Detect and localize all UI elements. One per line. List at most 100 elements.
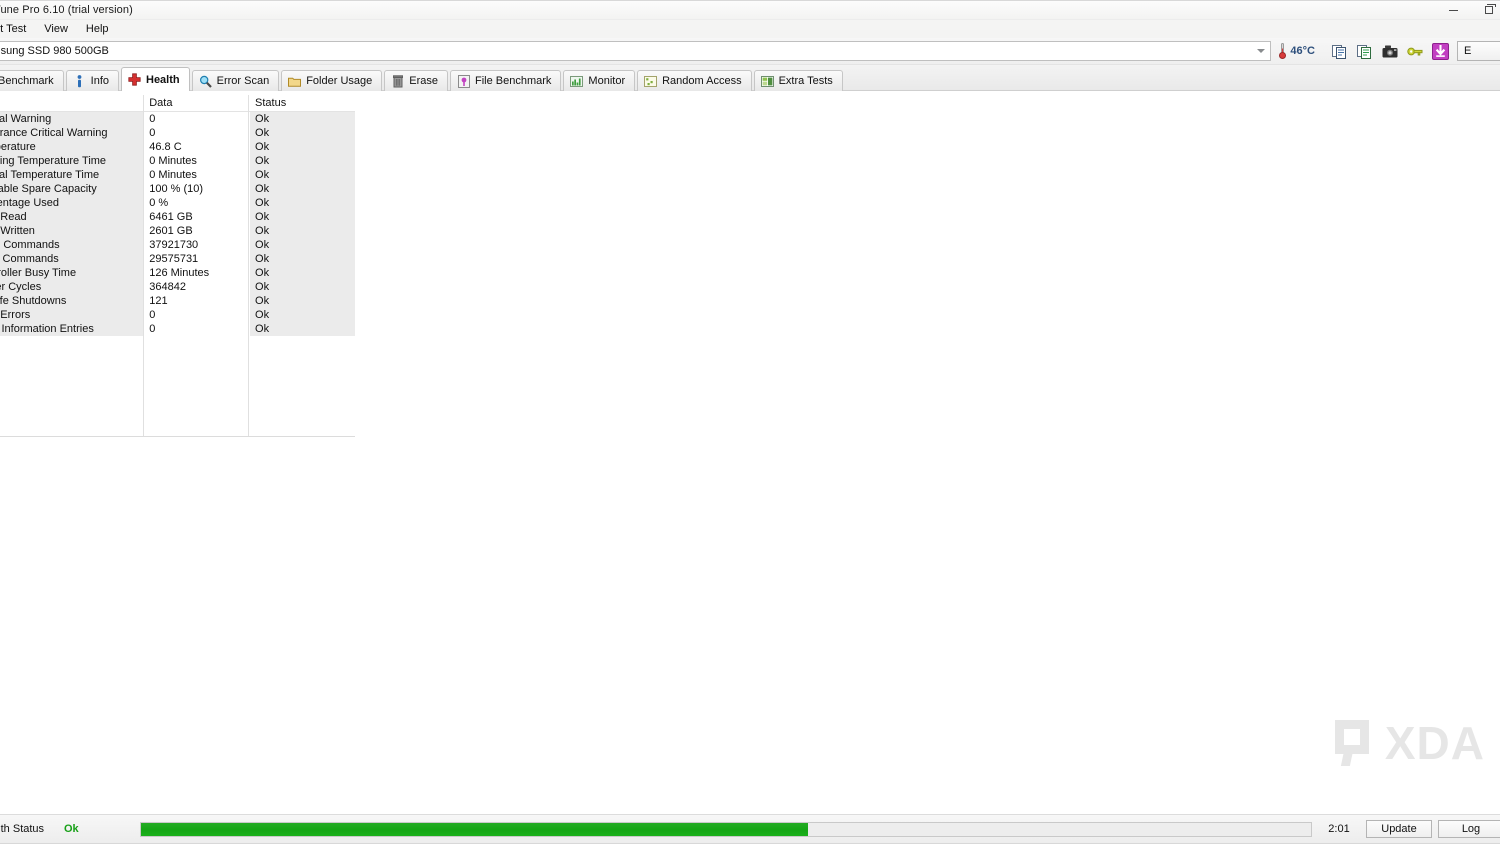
table-row[interactable]: Read Commands 37921730 Ok bbox=[0, 238, 355, 252]
menu-item-start-test[interactable]: Start Test bbox=[0, 22, 35, 36]
tab-extra-tests-label: Extra Tests bbox=[778, 75, 833, 87]
column-header-status[interactable]: Status bbox=[250, 95, 355, 112]
cell-attribute: Data Read bbox=[0, 210, 145, 224]
tab-random-access[interactable]: Random Access bbox=[637, 70, 752, 91]
maximize-button[interactable] bbox=[1471, 1, 1500, 19]
tab-extra-tests[interactable]: Extra Tests bbox=[753, 70, 843, 91]
screenshot-camera-icon[interactable] bbox=[1381, 42, 1399, 60]
table-row[interactable]: Temperature 46.8 C Ok bbox=[0, 140, 355, 154]
cell-attribute: Endurance Critical Warning bbox=[0, 126, 145, 140]
temperature-indicator: 46°C bbox=[1273, 43, 1323, 59]
minimize-icon bbox=[1448, 9, 1458, 11]
table-row[interactable]: Critical Warning 0 Ok bbox=[0, 111, 355, 126]
minimize-button[interactable] bbox=[1435, 1, 1471, 19]
table-row[interactable]: Unsafe Shutdowns 121 Ok bbox=[0, 294, 355, 308]
copy-icon[interactable] bbox=[1331, 42, 1349, 60]
chevron-down-icon bbox=[1257, 49, 1266, 53]
copy-to-excel-icon[interactable] bbox=[1356, 42, 1374, 60]
menu-item-view[interactable]: View bbox=[35, 22, 77, 36]
cell-attribute: Controller Busy Time bbox=[0, 266, 145, 280]
cell-data: 0 bbox=[144, 308, 251, 322]
column-divider-status bbox=[248, 95, 249, 436]
folder-icon bbox=[288, 75, 302, 88]
maximize-icon bbox=[1485, 4, 1496, 14]
cell-status: Ok bbox=[250, 238, 355, 252]
table-row[interactable]: Write Commands 29575731 Ok bbox=[0, 252, 355, 266]
tab-folder-usage[interactable]: Folder Usage bbox=[281, 70, 383, 91]
download-icon[interactable] bbox=[1431, 42, 1449, 60]
cell-data: 0 bbox=[144, 111, 251, 126]
tab-info[interactable]: Info bbox=[65, 70, 119, 91]
cell-attribute: Warning Temperature Time bbox=[0, 154, 145, 168]
tab-monitor[interactable]: Monitor bbox=[563, 70, 636, 91]
table-row[interactable]: Data Written 2601 GB Ok bbox=[0, 224, 355, 238]
column-header-data[interactable]: Data bbox=[144, 95, 251, 112]
magnifier-icon bbox=[199, 75, 212, 88]
extra-tests-icon bbox=[760, 75, 774, 88]
table-row[interactable]: Data Errors 0 Ok bbox=[0, 308, 355, 322]
cell-data: 2601 GB bbox=[144, 224, 251, 238]
cell-data: 0 bbox=[144, 322, 251, 336]
info-icon bbox=[73, 74, 86, 88]
menu-item-help[interactable]: Help bbox=[77, 22, 118, 36]
table-row[interactable]: Endurance Critical Warning 0 Ok bbox=[0, 126, 355, 140]
table-row[interactable]: Available Spare Capacity 100 % (10) Ok bbox=[0, 182, 355, 196]
xda-watermark-text: XDA bbox=[1384, 717, 1485, 769]
table-row[interactable]: Warning Temperature Time 0 Minutes Ok bbox=[0, 154, 355, 168]
toolbar: Samsung SSD 980 500GB 46°C bbox=[0, 38, 1500, 65]
cell-status: Ok bbox=[250, 126, 355, 140]
table-row[interactable]: Error Information Entries 0 Ok bbox=[0, 322, 355, 336]
cell-data: 6461 GB bbox=[144, 210, 251, 224]
cell-data: 29575731 bbox=[144, 252, 251, 266]
cell-status: Ok bbox=[250, 224, 355, 238]
cell-status: Ok bbox=[250, 182, 355, 196]
window-title: HD Tune Pro 6.10 (trial version) bbox=[0, 4, 133, 16]
cell-data: 0 % bbox=[144, 196, 251, 210]
column-header-attribute[interactable] bbox=[0, 95, 145, 112]
license-key-icon[interactable] bbox=[1406, 42, 1424, 60]
cell-data: 364842 bbox=[144, 280, 251, 294]
xda-watermark: XDA bbox=[1334, 717, 1485, 769]
tab-folder-usage-label: Folder Usage bbox=[306, 75, 373, 87]
tab-monitor-label: Monitor bbox=[588, 75, 626, 87]
table-header-row: Data Status bbox=[0, 95, 355, 112]
log-button[interactable]: Log bbox=[1438, 820, 1500, 838]
table-row[interactable]: Controller Busy Time 126 Minutes Ok bbox=[0, 266, 355, 280]
table-row[interactable]: Percentage Used 0 % Ok bbox=[0, 196, 355, 210]
table-row[interactable]: Critical Temperature Time 0 Minutes Ok bbox=[0, 168, 355, 182]
tab-error-scan[interactable]: Error Scan bbox=[191, 70, 280, 91]
monitor-chart-icon bbox=[570, 75, 584, 88]
table-bottom-border bbox=[0, 436, 355, 437]
buy-now-button[interactable]: E bbox=[1457, 41, 1500, 61]
cell-status: Ok bbox=[250, 140, 355, 154]
column-divider-data bbox=[143, 95, 144, 436]
cell-attribute: Data Errors bbox=[0, 308, 145, 322]
cell-attribute: Unsafe Shutdowns bbox=[0, 294, 145, 308]
cell-data: 46.8 C bbox=[144, 140, 251, 154]
tab-benchmark-label: Benchmark bbox=[0, 75, 54, 87]
tab-health[interactable]: Health bbox=[121, 67, 190, 91]
progress-bar-fill bbox=[141, 822, 808, 836]
tab-info-label: Info bbox=[90, 75, 109, 87]
table-row[interactable]: Power Cycles 364842 Ok bbox=[0, 280, 355, 294]
health-attributes-table: Data Status Critical Warning 0 Ok Endura… bbox=[0, 95, 355, 336]
trash-icon bbox=[391, 74, 404, 88]
tab-file-benchmark[interactable]: File Benchmark bbox=[450, 70, 562, 91]
cell-data: 37921730 bbox=[144, 238, 251, 252]
health-status-value: Ok bbox=[64, 823, 79, 835]
table-row[interactable]: Data Read 6461 GB Ok bbox=[0, 210, 355, 224]
cell-status: Ok bbox=[250, 168, 355, 182]
file-benchmark-icon bbox=[457, 74, 470, 88]
update-button[interactable]: Update bbox=[1366, 820, 1432, 838]
cell-status: Ok bbox=[250, 266, 355, 280]
tab-erase[interactable]: Erase bbox=[384, 70, 448, 91]
toolbar-icons bbox=[1323, 42, 1457, 60]
tab-erase-label: Erase bbox=[409, 75, 438, 87]
tab-health-label: Health bbox=[146, 73, 180, 86]
random-access-icon bbox=[644, 75, 658, 88]
tab-benchmark[interactable]: Benchmark bbox=[0, 70, 64, 91]
cell-attribute: Percentage Used bbox=[0, 196, 145, 210]
drive-selector[interactable]: Samsung SSD 980 500GB bbox=[0, 41, 1272, 61]
cell-attribute: Temperature bbox=[0, 140, 145, 154]
cell-data: 0 Minutes bbox=[144, 154, 251, 168]
